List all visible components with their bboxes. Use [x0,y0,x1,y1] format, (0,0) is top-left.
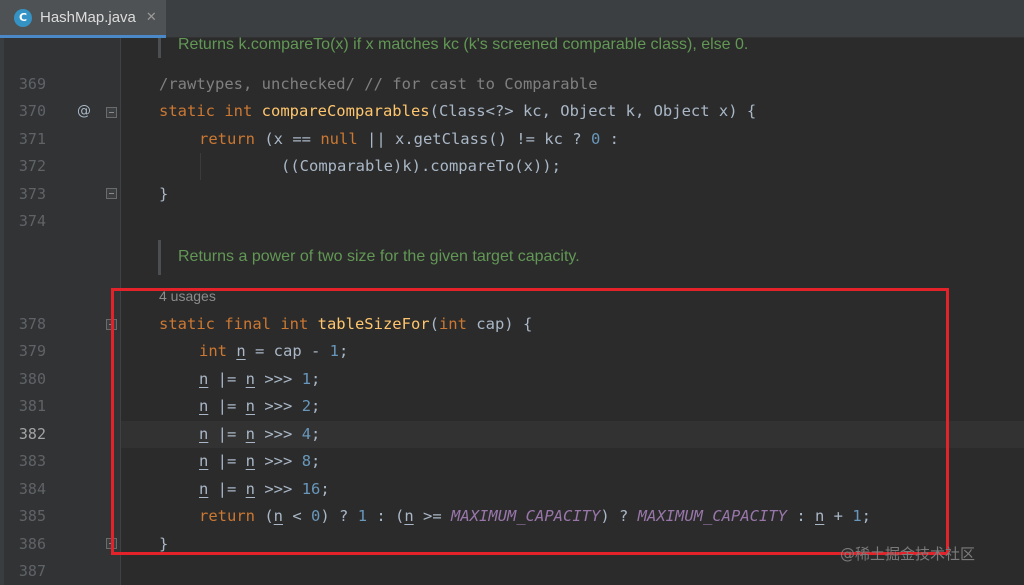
line-number: 380 [18,370,46,388]
line-number-current: 382 [18,425,46,443]
code-text: (x == [255,130,321,148]
line-number: 387 [18,562,46,580]
doc-comment-compare: Returns k.compareTo(x) if x matches kc (… [178,36,749,53]
comment: /rawtypes, unchecked/ [159,75,355,93]
line-number: 379 [18,342,46,360]
tab-hashmap-java[interactable]: C HashMap.java ✕ [0,0,166,38]
line-number: 381 [18,397,46,415]
fold-icon[interactable] [106,107,117,118]
override-marker-icon[interactable]: @ [77,103,91,119]
comment: // for cast to Comparable [354,75,598,93]
line-number: 371 [18,130,46,148]
code-line-372: ((Comparable)k).compareTo(x)); [281,157,561,175]
doc-comment-bar [158,240,161,275]
fold-icon[interactable] [106,188,117,199]
line-number: 372 [18,157,46,175]
line-number: 374 [18,212,46,230]
line-number: 385 [18,507,46,525]
method-name: compareComparables [261,102,430,120]
code-line-370: static int compareComparables(Class<?> k… [159,98,756,125]
line-number: 378 [18,315,46,333]
tab-label: HashMap.java [40,9,136,26]
code-text: (Class<?> kc, Object k, Object x) { [429,102,757,120]
java-class-icon: C [14,8,32,27]
keyword: static int [159,102,262,120]
line-number: 386 [18,535,46,553]
watermark: @稀土掘金技术社区 [840,545,976,563]
code-line-371: return (x == null || x.getClass() != kc … [199,126,619,153]
line-number: 373 [18,185,46,203]
close-icon[interactable]: ✕ [146,10,157,25]
doc-comment-bar [158,38,161,58]
code-text: : [600,130,619,148]
gutter-strip [0,38,4,585]
number: 0 [590,130,601,148]
line-number: 369 [18,75,46,93]
code-line-373: } [159,185,169,203]
line-number: 384 [18,480,46,498]
annotation-highlight-box [111,288,949,555]
editor-tab-bar: C HashMap.java ✕ [0,0,1024,38]
keyword: null [320,130,358,148]
code-line-369: /rawtypes, unchecked/ // for cast to Com… [159,71,598,98]
line-number: 370 [18,102,46,120]
doc-comment-tablesize: Returns a power of two size for the give… [178,248,580,265]
code-text: || x.getClass() != kc ? [357,130,591,148]
keyword: return [199,130,255,148]
line-number: 383 [18,452,46,470]
indent-guide [200,153,201,180]
